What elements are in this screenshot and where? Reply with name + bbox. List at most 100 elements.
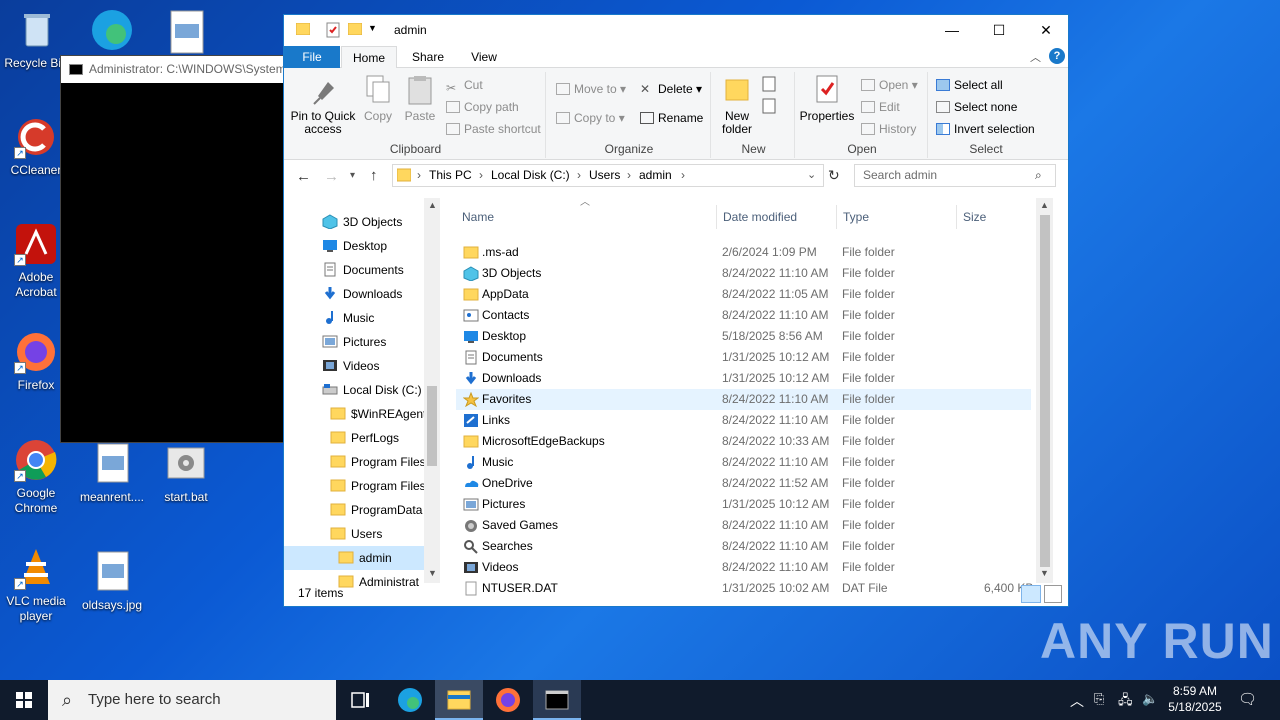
breadcrumb-this-pc[interactable]: This PC (429, 165, 472, 186)
column-header-date[interactable]: Date modified (716, 205, 834, 229)
pin-quick-access-button[interactable]: Pin to Quick access (288, 74, 358, 136)
history-button[interactable]: History (861, 120, 916, 138)
file-row[interactable]: Links 8/24/2022 11:10 AM File folder (456, 410, 1031, 431)
file-row[interactable]: Desktop 5/18/2025 8:56 AM File folder (456, 326, 1031, 347)
nav-item[interactable]: PerfLogs (284, 426, 424, 450)
file-row[interactable]: Videos 8/24/2022 11:10 AM File folder (456, 557, 1031, 578)
paste-shortcut-button[interactable]: Paste shortcut (446, 120, 541, 138)
nav-item[interactable]: 3D Objects (284, 210, 424, 234)
file-row[interactable]: Downloads 1/31/2025 10:12 AM File folder (456, 368, 1031, 389)
copy-button[interactable]: Copy (360, 74, 396, 123)
taskbar-cmd[interactable] (533, 680, 581, 720)
cut-button[interactable]: ✂ Cut (446, 76, 483, 95)
file-row[interactable]: Documents 1/31/2025 10:12 AM File folder (456, 347, 1031, 368)
taskbar-firefox[interactable] (484, 680, 532, 720)
device-icon[interactable]: ⎘ (1094, 691, 1104, 707)
maximize-button[interactable]: ☐ (976, 15, 1022, 46)
file-list[interactable]: ︿ Name Date modified Type Size .ms-ad 2/6… (456, 197, 1056, 596)
tab-file[interactable]: File (284, 46, 340, 68)
column-header-name[interactable]: Name (462, 205, 716, 229)
recent-dropdown-icon[interactable]: ▾ (350, 170, 355, 181)
file-row[interactable]: .ms-ad 2/6/2024 1:09 PM File folder (456, 242, 1031, 263)
nav-scrollbar[interactable]: ▲ ▼ (424, 198, 440, 583)
clock[interactable]: 8:59 AM 5/18/2025 (1166, 683, 1224, 715)
collapse-ribbon-icon[interactable]: ︿ (1030, 49, 1041, 65)
minimize-button[interactable]: — (929, 15, 975, 46)
file-row[interactable]: Saved Games 8/24/2022 11:10 AM File folder (456, 515, 1031, 536)
nav-item[interactable]: Music (284, 306, 424, 330)
start-button[interactable] (0, 680, 48, 720)
nav-item[interactable]: admin (284, 546, 424, 570)
cmd-titlebar[interactable]: Administrator: C:\WINDOWS\System32 (61, 56, 289, 83)
tab-home[interactable]: Home (341, 46, 397, 69)
details-view-icon[interactable] (1021, 585, 1041, 603)
invert-selection-button[interactable]: Invert selection (936, 120, 1035, 138)
file-row[interactable]: 3D Objects 8/24/2022 11:10 AM File folder (456, 263, 1031, 284)
select-all-button[interactable]: Select all (936, 76, 1003, 94)
tab-view[interactable]: View (456, 46, 512, 68)
delete-button[interactable]: ✕ Delete ▾ (640, 80, 702, 98)
address-dropdown-icon[interactable]: ⌄ (807, 165, 816, 186)
qa-dropdown-icon[interactable]: ▼ (368, 23, 377, 33)
nav-item[interactable]: ProgramData (284, 498, 424, 522)
nav-scrollbar-thumb[interactable] (427, 386, 437, 466)
nav-item[interactable]: Desktop (284, 234, 424, 258)
file-row[interactable]: Favorites 8/24/2022 11:10 AM File folder (456, 389, 1031, 410)
file-row[interactable]: Contacts 8/24/2022 11:10 AM File folder (456, 305, 1031, 326)
move-to-button[interactable]: Move to ▾ (556, 80, 626, 98)
paste-button[interactable]: Paste (402, 74, 438, 123)
nav-item[interactable]: Documents (284, 258, 424, 282)
properties-button[interactable]: Properties (799, 74, 855, 123)
nav-item[interactable]: Videos (284, 354, 424, 378)
column-header-type[interactable]: Type (836, 205, 956, 229)
file-row[interactable]: Music 8/24/2022 11:10 AM File folder (456, 452, 1031, 473)
task-view-button[interactable] (336, 680, 384, 720)
easy-access-icon[interactable] (761, 98, 783, 117)
file-list-scrollbar-thumb[interactable] (1040, 215, 1050, 567)
close-button[interactable]: ✕ (1023, 15, 1068, 46)
copy-path-button[interactable]: Copy path (446, 98, 519, 116)
cmd-window[interactable]: Administrator: C:\WINDOWS\System32 (60, 55, 290, 443)
breadcrumb-local-disk[interactable]: Local Disk (C:) (491, 165, 570, 186)
new-folder-button[interactable]: New folder (717, 74, 757, 136)
select-none-button[interactable]: Select none (936, 98, 1017, 116)
taskbar-search-box[interactable]: ⌕ Type here to search (48, 680, 336, 720)
nav-item[interactable]: Program Files (284, 450, 424, 474)
new-item-icon[interactable] (761, 76, 783, 95)
notifications-icon[interactable]: 🗨 (1238, 690, 1257, 708)
desktop-icon-vlc[interactable]: ↗ VLC media player (0, 546, 74, 624)
nav-item[interactable]: Local Disk (C:) (284, 378, 424, 402)
large-icons-view-icon[interactable] (1044, 585, 1062, 603)
navigation-pane[interactable]: 3D Objects Desktop Documents Downloads Music… (284, 198, 440, 589)
back-icon[interactable]: ← (296, 168, 311, 185)
properties-qa-icon[interactable] (326, 22, 340, 41)
explorer-titlebar[interactable]: ▼ admin — ☐ ✕ (284, 15, 1068, 46)
up-icon[interactable]: ↑ (370, 167, 378, 184)
taskbar-edge[interactable] (386, 680, 434, 720)
file-row[interactable]: Pictures 1/31/2025 10:12 AM File folder (456, 494, 1031, 515)
search-input[interactable]: Search admin ⌕ (854, 164, 1056, 187)
volume-icon[interactable]: 🔈 (1142, 691, 1158, 707)
desktop-icon-meanrent[interactable]: meanrent.... (74, 442, 150, 505)
show-hidden-icons[interactable]: ︿ (1070, 691, 1084, 711)
rename-button[interactable]: Rename (640, 109, 703, 127)
taskbar-file-explorer[interactable] (435, 680, 483, 720)
breadcrumb-users[interactable]: Users (589, 165, 620, 186)
desktop-icon-chrome[interactable]: ↗ Google Chrome (0, 438, 74, 516)
open-button[interactable]: Open ▾ (861, 76, 918, 94)
breadcrumb-admin[interactable]: admin (639, 165, 672, 186)
tab-share[interactable]: Share (400, 46, 456, 68)
address-bar[interactable]: › This PC › Local Disk (C:) › Users › ad… (392, 164, 824, 187)
file-list-scrollbar[interactable]: ▲ ▼ (1036, 198, 1053, 583)
forward-icon[interactable]: → (324, 168, 339, 185)
new-folder-qa-icon[interactable] (347, 22, 363, 38)
file-row[interactable]: AppData 8/24/2022 11:05 AM File folder (456, 284, 1031, 305)
desktop-icon-oldsays[interactable]: oldsays.jpg (74, 550, 150, 613)
nav-item[interactable]: Users (284, 522, 424, 546)
desktop-icon-start-bat[interactable]: start.bat (148, 442, 224, 505)
edit-button[interactable]: Edit (861, 98, 900, 116)
file-row[interactable]: OneDrive 8/24/2022 11:52 AM File folder (456, 473, 1031, 494)
copy-to-button[interactable]: Copy to ▾ (556, 109, 625, 127)
network-icon[interactable]: 🖧 (1118, 691, 1133, 713)
file-row[interactable]: Searches 8/24/2022 11:10 AM File folder (456, 536, 1031, 557)
